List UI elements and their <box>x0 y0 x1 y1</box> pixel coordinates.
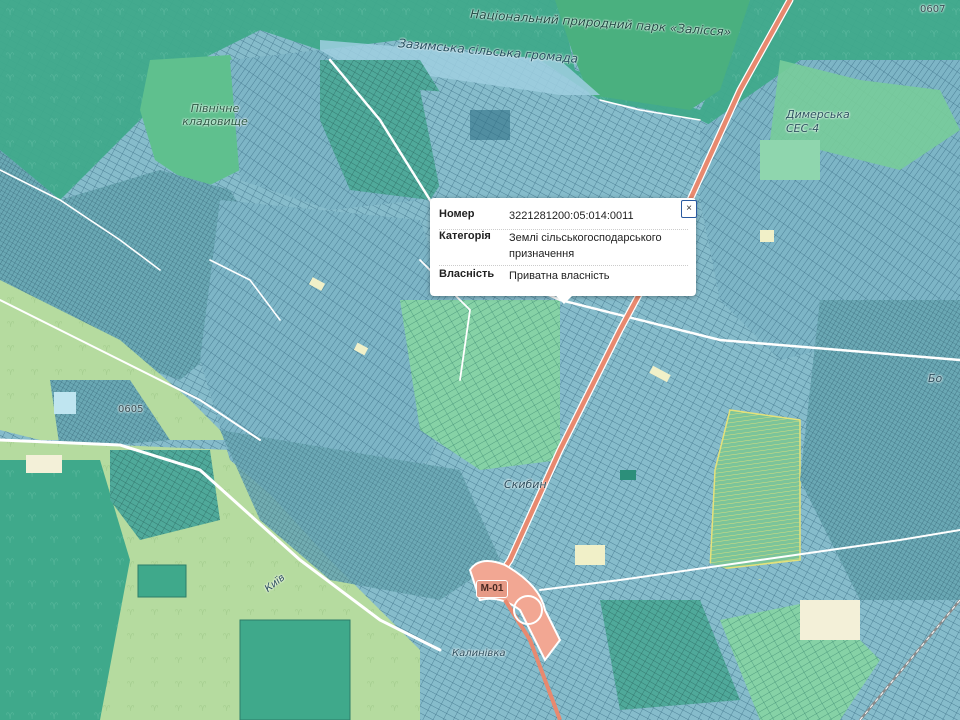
parcel-info-popup: × Номер 3221281200:05:014:0011 Категорія… <box>430 198 697 304</box>
town-label: Бо <box>928 372 943 385</box>
parcel-patch <box>54 392 76 414</box>
popup-row-number: Номер 3221281200:05:014:0011 <box>439 208 688 230</box>
popup-row-category: Категорія Землі сільськогосподарського п… <box>439 230 688 266</box>
road-code-label: 0607 <box>920 4 946 15</box>
forest-block <box>239 619 351 720</box>
popup-row-ownership: Власність Приватна власність <box>439 268 688 284</box>
parcel-patch <box>26 455 62 473</box>
yellow-striped-field <box>709 409 801 571</box>
forest-block <box>137 564 187 598</box>
parcel-patch <box>620 470 636 480</box>
popup-key: Номер <box>439 208 475 220</box>
ces-label: Димерська СЕС-4 <box>786 108 850 135</box>
parcel-patch <box>800 600 860 640</box>
parcel-patch <box>760 140 820 180</box>
parcel-category-value: Землі сільськогосподарського призначення <box>509 232 662 260</box>
town-label: Скибин <box>504 478 547 491</box>
town-label: Калинівка <box>452 648 506 659</box>
popup-key: Власність <box>439 268 495 280</box>
road-code-label: 0605 <box>118 404 144 415</box>
parcel-ownership-value: Приватна власність <box>509 270 610 282</box>
parcel-patch <box>575 545 605 565</box>
parcel-number-value: 3221281200:05:014:0011 <box>509 210 634 222</box>
parcel-patch <box>760 230 774 242</box>
cemetery-label: Північне кладовище <box>182 102 248 128</box>
popup-key: Категорія <box>439 230 491 242</box>
highway-shield: М-01 <box>476 580 508 598</box>
parcel-patch <box>470 110 510 140</box>
